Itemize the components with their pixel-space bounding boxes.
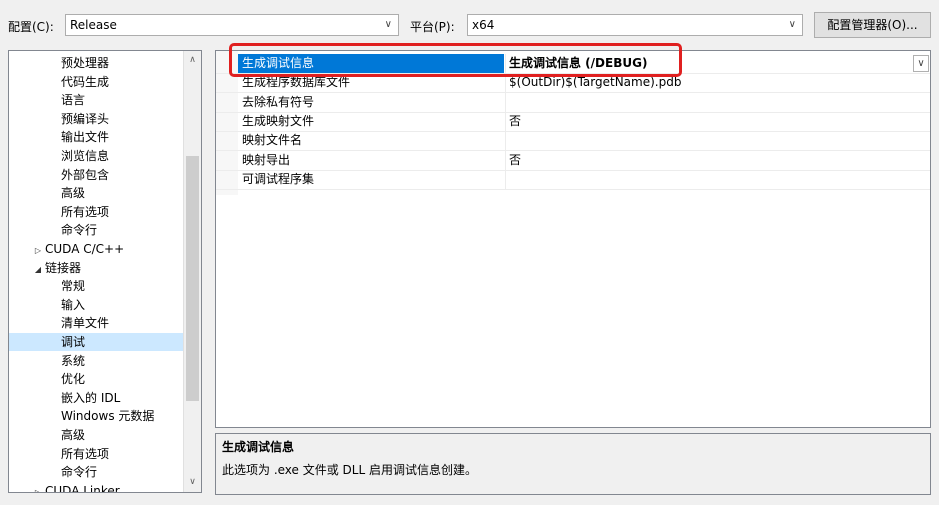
- tree-item-label: 浏览信息: [61, 149, 110, 163]
- tree-item-label: 高级: [61, 428, 86, 442]
- config-label: 配置(C):: [8, 20, 54, 34]
- tree-item[interactable]: 命令行: [61, 463, 97, 481]
- property-name: 生成调试信息: [238, 54, 504, 73]
- tree-item-label: 系统: [61, 353, 86, 368]
- property-value[interactable]: [505, 92, 915, 112]
- tree-item[interactable]: 系统: [61, 352, 85, 370]
- tree-item[interactable]: 优化: [61, 370, 85, 388]
- tree-item[interactable]: 输入: [61, 296, 85, 314]
- platform-dropdown[interactable]: x64 ∨: [467, 14, 803, 36]
- tree-item[interactable]: ▷ CUDA C/C++: [31, 240, 124, 258]
- property-row[interactable]: 映射导出 否: [216, 150, 930, 171]
- config-manager-button[interactable]: 配置管理器(O)...: [814, 12, 931, 38]
- property-name: 生成映射文件: [242, 113, 315, 128]
- platform-value: x64: [472, 18, 495, 32]
- tree-item[interactable]: Windows 元数据: [61, 407, 154, 425]
- tree-item[interactable]: 高级: [61, 426, 85, 444]
- property-grid[interactable]: 生成调试信息 生成调试信息 (/DEBUG) ∨ 生成程序数据库文件 $(OutDir)…: [215, 50, 931, 428]
- tree-item-label: 命令行: [61, 465, 98, 480]
- property-name: 去除私有符号: [242, 94, 315, 109]
- collapsed-triangle-icon[interactable]: ▷: [31, 484, 45, 492]
- description-text: 此选项为 .exe 文件或 DLL 启用调试信息创建。: [222, 463, 477, 477]
- tree-item[interactable]: 调试: [9, 333, 201, 351]
- description-title: 生成调试信息: [222, 440, 295, 454]
- tree-item[interactable]: 代码生成: [61, 73, 109, 91]
- tree-item-label: CUDA Linker: [45, 483, 120, 493]
- property-value[interactable]: 生成调试信息 (/DEBUG): [505, 54, 915, 73]
- property-name: 映射文件名: [242, 133, 303, 148]
- property-row[interactable]: 可调试程序集: [216, 169, 930, 190]
- collapsed-triangle-icon[interactable]: ▷: [31, 242, 45, 260]
- chevron-down-icon: ∨: [384, 19, 392, 30]
- tree-item[interactable]: 输出文件: [61, 128, 109, 146]
- tree-item-label: 输入: [61, 297, 86, 312]
- property-row[interactable]: 生成调试信息 生成调试信息 (/DEBUG) ∨: [216, 54, 930, 74]
- scroll-thumb[interactable]: [186, 156, 199, 401]
- tree-item[interactable]: 外部包含: [61, 166, 109, 184]
- tree-item-label: 调试: [61, 335, 86, 349]
- chevron-down-icon[interactable]: ∨: [913, 55, 929, 72]
- tree-item[interactable]: 命令行: [61, 221, 97, 239]
- tree-item-label: 优化: [61, 372, 86, 387]
- tree-item-label: 高级: [61, 186, 86, 201]
- property-name: 生成程序数据库文件: [242, 75, 351, 90]
- tree-item-label: Windows 元数据: [61, 409, 155, 424]
- property-value[interactable]: 否: [505, 150, 915, 170]
- tree-item-label: 预处理器: [61, 56, 110, 70]
- property-value[interactable]: [505, 169, 915, 189]
- tree-item[interactable]: 清单文件: [61, 314, 109, 332]
- description-panel: 生成调试信息 此选项为 .exe 文件或 DLL 启用调试信息创建。: [215, 433, 931, 495]
- tree-item-label: 所有选项: [61, 204, 110, 219]
- tree-item[interactable]: 语言: [61, 91, 85, 109]
- tree-item[interactable]: 所有选项: [61, 203, 109, 221]
- tree-item-label: 命令行: [61, 223, 98, 238]
- tree-scrollbar[interactable]: ∧ ∨: [183, 51, 201, 492]
- property-value[interactable]: 否: [505, 111, 915, 131]
- tree-item-label: CUDA C/C++: [45, 242, 125, 256]
- tree-item[interactable]: 嵌入的 IDL: [61, 389, 120, 407]
- property-row[interactable]: 生成程序数据库文件 $(OutDir)$(TargetName).pdb: [216, 73, 930, 94]
- scroll-down-icon[interactable]: ∨: [184, 477, 201, 487]
- tree-item-label: 外部包含: [61, 167, 110, 182]
- tree-item[interactable]: 浏览信息: [61, 147, 109, 165]
- property-name: 可调试程序集: [242, 171, 315, 186]
- tree-item-label: 输出文件: [61, 130, 110, 145]
- tree-item[interactable]: 预处理器: [61, 54, 109, 72]
- property-tree[interactable]: 预处理器 代码生成 语言 预编译头 输出文件 浏览信息 外部包含 高级 所有选项 命令行 ▷ CUDA…: [8, 50, 202, 493]
- property-row[interactable]: 映射文件名: [216, 131, 930, 152]
- property-row[interactable]: 去除私有符号: [216, 92, 930, 113]
- tree-item[interactable]: 所有选项: [61, 445, 109, 463]
- tree-item-label: 常规: [61, 279, 86, 294]
- chevron-down-icon: ∨: [788, 19, 796, 30]
- tree-item[interactable]: 常规: [61, 277, 85, 295]
- tree-item-label: 嵌入的 IDL: [61, 390, 121, 405]
- property-value[interactable]: $(OutDir)$(TargetName).pdb: [505, 73, 915, 93]
- scroll-up-icon[interactable]: ∧: [184, 55, 201, 65]
- tree-item[interactable]: 高级: [61, 184, 85, 202]
- tree-item[interactable]: 预编译头: [61, 110, 109, 128]
- tree-item-label: 所有选项: [61, 446, 110, 461]
- property-value[interactable]: [505, 131, 915, 151]
- config-dropdown[interactable]: Release ∨: [65, 14, 399, 36]
- tree-item[interactable]: ▷ CUDA Linker: [31, 482, 120, 493]
- tree-item-label: 语言: [61, 93, 86, 108]
- tree-item-label: 链接器: [45, 260, 82, 275]
- tree-item-label: 清单文件: [61, 316, 110, 331]
- tree-item[interactable]: ◢ 链接器: [31, 259, 81, 277]
- platform-label: 平台(P):: [410, 20, 455, 34]
- config-value: Release: [70, 18, 117, 32]
- tree-item-label: 代码生成: [61, 74, 110, 89]
- tree-item-label: 预编译头: [61, 111, 110, 126]
- property-name: 映射导出: [242, 152, 291, 167]
- property-row[interactable]: 生成映射文件 否: [216, 111, 930, 132]
- expanded-triangle-icon[interactable]: ◢: [31, 261, 45, 279]
